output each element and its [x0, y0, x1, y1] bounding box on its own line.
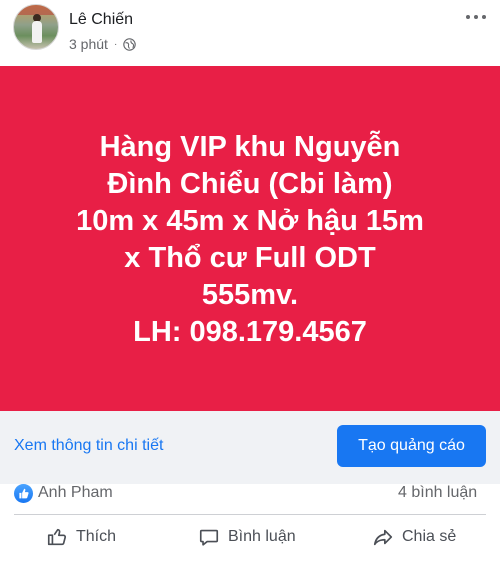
- reactions-bar: Anh Pham 4 bình luận: [0, 484, 500, 514]
- create-ad-button[interactable]: Tạo quảng cáo: [337, 425, 486, 467]
- banner-line: LH: 098.179.4567: [133, 315, 367, 348]
- avatar[interactable]: [13, 4, 59, 50]
- avatar-figure: [32, 21, 42, 43]
- like-icon[interactable]: [14, 484, 33, 503]
- share-button[interactable]: Chia sẻ: [372, 526, 456, 548]
- banner-line: Đình Chiểu (Cbi làm): [107, 167, 393, 200]
- comment-count[interactable]: 4 bình luận: [398, 484, 477, 502]
- like-label: Thích: [76, 528, 117, 545]
- banner-line: Hàng VIP khu Nguyễn: [99, 130, 401, 163]
- cta-bar: Xem thông tin chi tiết Tạo quảng cáo: [0, 411, 500, 484]
- view-details-link[interactable]: Xem thông tin chi tiết: [14, 437, 163, 455]
- reactor-name[interactable]: Anh Pham: [38, 484, 113, 502]
- share-icon: [373, 529, 393, 546]
- banner-line: 10m x 45m x Nở hậu 15m: [76, 204, 424, 237]
- banner-line: 555mv.: [201, 278, 299, 311]
- comment-button[interactable]: Bình luận: [198, 526, 296, 548]
- share-label: Chia sẻ: [402, 528, 457, 545]
- ad-banner[interactable]: Hàng VIP khu Nguyễn Đình Chiểu (Cbi làm)…: [0, 66, 500, 411]
- author-name[interactable]: Lê Chiến: [69, 11, 133, 29]
- action-bar: Thích Bình luận Chia sẻ: [0, 515, 500, 565]
- comment-icon: [199, 529, 219, 546]
- comment-label: Bình luận: [228, 528, 296, 545]
- more-options-icon[interactable]: [462, 8, 490, 26]
- meta-separator: ·: [113, 38, 118, 50]
- like-button[interactable]: Thích: [46, 526, 116, 548]
- post-time[interactable]: 3 phút: [69, 36, 108, 52]
- globe-icon: [123, 37, 137, 51]
- post-header: Lê Chiến 3 phút ·: [0, 0, 500, 66]
- post-meta: 3 phút ·: [69, 36, 137, 52]
- thumbs-up-icon: [47, 528, 67, 546]
- banner-line: x Thổ cư Full ODT: [124, 241, 376, 274]
